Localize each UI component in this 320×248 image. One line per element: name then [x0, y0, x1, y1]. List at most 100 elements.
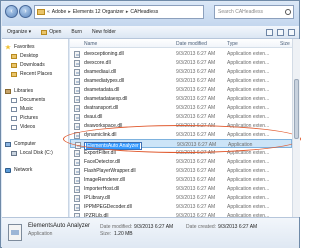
file-date: 9/3/2013 6:27 AM	[176, 123, 216, 129]
dll-file-icon	[74, 69, 80, 76]
file-row[interactable]: FlashPlayerWrapper.dll 9/3/2013 6:27 AM Ap…	[70, 166, 292, 175]
dll-file-icon	[74, 177, 80, 184]
file-name: FlashPlayerWrapper.dll	[84, 168, 136, 174]
file-type: Application exten...	[227, 195, 270, 201]
file-row[interactable]: dvamediaui.dll 9/3/2013 6:27 AM Applicatio…	[70, 67, 292, 76]
nav-documents[interactable]: Documents	[2, 96, 69, 104]
nav-network[interactable]: Network	[2, 166, 69, 174]
file-type: Application exten...	[227, 78, 270, 84]
desktop-icon	[11, 53, 17, 59]
forward-button[interactable]: ›	[19, 5, 32, 18]
dll-file-icon	[74, 123, 80, 130]
file-type: Application exten...	[227, 69, 270, 75]
address-row: ‹ › « Adobe ▸ Elements 12 Organizer ▸ CA…	[2, 2, 299, 26]
burn-button[interactable]: Burn	[66, 29, 87, 35]
explorer-window: ‹ › « Adobe ▸ Elements 12 Organizer ▸ CA…	[0, 0, 301, 248]
file-name: dvametadata.dll	[84, 87, 120, 93]
search-icon	[285, 9, 291, 15]
details-modified-label: Date modified:	[100, 224, 133, 230]
file-row[interactable]: dvatransport.dll 9/3/2013 6:27 AM Applicat…	[70, 103, 292, 112]
file-row[interactable]: ExportFilter.dll 9/3/2013 6:27 AM Applicat…	[70, 148, 292, 157]
search-input[interactable]: Search CAHeadless	[214, 5, 294, 19]
file-row[interactable]: ElementsAuto Analyzer 9/3/2013 6:27 AM App…	[70, 139, 292, 150]
nav-computer[interactable]: Computer	[2, 140, 69, 148]
dll-file-icon	[74, 96, 80, 103]
nav-local-disk[interactable]: Local Disk (C:)	[2, 149, 69, 157]
file-row[interactable]: ImageRenderer.dll 9/3/2013 6:27 AM Applica…	[70, 175, 292, 184]
nav-libraries[interactable]: Libraries	[2, 87, 69, 95]
breadcrumb-organizer[interactable]: Elements 12 Organizer	[73, 9, 124, 15]
file-type: Application exten...	[227, 204, 270, 210]
recent-places-icon	[11, 71, 17, 77]
details-created-value: 9/3/2013 6:27 AM	[218, 224, 258, 230]
col-type[interactable]: Type	[227, 41, 238, 47]
file-date: 9/3/2013 6:27 AM	[176, 114, 216, 120]
file-name: IPPMPEGDecoder.dll	[84, 204, 132, 210]
file-row[interactable]: dvamediatypes.dll 9/3/2013 6:27 AM Applica…	[70, 76, 292, 85]
col-size[interactable]: Size	[280, 41, 290, 47]
dll-file-icon	[74, 204, 80, 211]
file-type: Application exten...	[227, 186, 270, 192]
application-icon	[8, 224, 22, 241]
downloads-icon	[11, 62, 17, 68]
nav-favorites[interactable]: Favorites	[2, 43, 69, 51]
file-date: 9/3/2013 6:27 AM	[176, 186, 216, 192]
breadcrumb-adobe[interactable]: Adobe	[52, 9, 66, 15]
file-row[interactable]: dvexceptioning.dll 9/3/2013 6:27 AM Applic…	[70, 49, 292, 58]
help-icon[interactable]	[288, 28, 295, 36]
nav-music[interactable]: Music	[2, 105, 69, 113]
file-date: 9/3/2013 6:27 AM	[176, 96, 216, 102]
nav-downloads[interactable]: Downloads	[2, 61, 69, 69]
address-bar[interactable]: « Adobe ▸ Elements 12 Organizer ▸ CAHead…	[34, 5, 204, 19]
file-name: dvexcore.dll	[84, 60, 111, 66]
file-row[interactable]: dvaui.dll 9/3/2013 6:27 AM Application ext…	[70, 112, 292, 121]
file-row[interactable]: IPPMPEGDecoder.dll 9/3/2013 6:27 AM Applic…	[70, 202, 292, 211]
file-name: dvamediaui.dll	[84, 69, 116, 75]
file-name: dvaworkspace.dll	[84, 123, 123, 129]
libraries-icon	[5, 88, 11, 94]
organize-button[interactable]: Organize ▾	[2, 29, 36, 35]
file-row[interactable]: IPLibrary.dll 9/3/2013 6:27 AM Application…	[70, 193, 292, 202]
file-row[interactable]: dynamiclink.dll 9/3/2013 6:27 AM Applicati…	[70, 130, 292, 139]
dll-file-icon	[74, 78, 80, 85]
preview-pane-icon[interactable]	[277, 28, 284, 36]
file-type: Application exten...	[227, 150, 270, 156]
dll-file-icon	[74, 168, 80, 175]
file-row[interactable]: dvametadataexp.dll 9/3/2013 6:27 AM Applic…	[70, 94, 292, 103]
file-date: 9/3/2013 6:27 AM	[176, 204, 216, 210]
file-row[interactable]: dvaworkspace.dll 9/3/2013 6:27 AM Applicat…	[70, 121, 292, 130]
col-date[interactable]: Date modified	[176, 41, 207, 47]
nav-videos[interactable]: Videos	[2, 123, 69, 131]
file-date: 9/3/2013 6:27 AM	[176, 168, 216, 174]
file-date: 9/3/2013 6:27 AM	[176, 150, 216, 156]
file-row[interactable]: dvexcore.dll 9/3/2013 6:27 AM Application …	[70, 58, 292, 67]
file-name: dvametadataexp.dll	[84, 96, 128, 102]
scrollbar-thumb[interactable]	[294, 79, 299, 139]
file-row[interactable]: ImporterHost.dll 9/3/2013 6:27 AM Applicat…	[70, 184, 292, 193]
dll-file-icon	[74, 150, 80, 157]
open-button[interactable]: Open	[36, 29, 66, 35]
nav-recent-places[interactable]: Recent Places	[2, 70, 69, 78]
file-row[interactable]: dvametadata.dll 9/3/2013 6:27 AM Applicati…	[70, 85, 292, 94]
file-name: FaceDetector.dll	[84, 159, 121, 165]
nav-desktop[interactable]: Desktop	[2, 52, 69, 60]
dll-file-icon	[74, 159, 80, 166]
file-name: dvatransport.dll	[84, 105, 119, 111]
breadcrumb-caheadless[interactable]: CAHeadless	[130, 9, 158, 15]
details-size-label: Size:	[100, 231, 112, 237]
vertical-scrollbar[interactable]	[292, 39, 300, 217]
back-button[interactable]: ‹	[5, 5, 18, 18]
file-type: Application exten...	[227, 96, 270, 102]
nav-pictures[interactable]: Pictures	[2, 114, 69, 122]
file-date: 9/3/2013 6:27 AM	[176, 60, 216, 66]
new-folder-button[interactable]: New folder	[87, 29, 121, 35]
dll-file-icon	[74, 114, 80, 121]
file-date: 9/3/2013 6:27 AM	[176, 87, 216, 93]
col-name[interactable]: Name	[84, 41, 97, 47]
view-icon[interactable]	[266, 28, 273, 36]
file-name: dvamediatypes.dll	[84, 78, 125, 84]
details-file-name: ElementsAuto Analyzer	[28, 223, 91, 229]
file-type: Application exten...	[227, 132, 270, 138]
file-type: Application exten...	[227, 123, 270, 129]
file-row[interactable]: FaceDetector.dll 9/3/2013 6:27 AM Applicat…	[70, 157, 292, 166]
